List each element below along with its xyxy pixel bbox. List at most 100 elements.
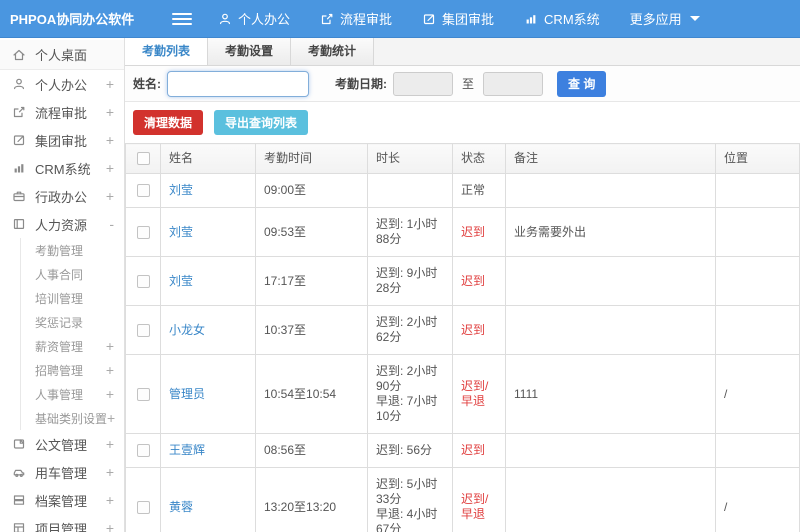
sidebar-subitem[interactable]: 培训管理 (21, 286, 124, 310)
tab-active[interactable]: 考勤列表 (125, 38, 209, 65)
clean-data-button[interactable]: 清理数据 (133, 110, 204, 135)
expand-icon: + (107, 410, 116, 426)
top-nav: 个人办公 流程审批 集团审批 CRM系统 更多应用 (218, 9, 730, 28)
sidebar-subitem[interactable]: 基础类别设置 + (21, 406, 124, 430)
sidebar-item-label: CRM系统 (35, 161, 91, 177)
row-checkbox[interactable] (136, 444, 150, 458)
duration-cell: 迟到: 5小时33分 早退: 4小时67分 (367, 467, 453, 532)
search-form: 姓名: 考勤日期: 至 查 询 (125, 66, 800, 102)
expand-icon: - (109, 216, 114, 232)
user-icon (218, 12, 232, 26)
row-checkbox[interactable] (136, 225, 150, 239)
sidebar-item[interactable]: 公文管理 + (0, 430, 124, 458)
header-note: 备注 (505, 143, 716, 174)
duration-cell: 迟到: 2小时90分 早退: 7小时10分 (367, 354, 453, 434)
row-checkbox[interactable] (136, 323, 150, 337)
topnav-item[interactable]: 集团审批 (422, 9, 494, 28)
attendee-name-link[interactable]: 刘莹 (169, 225, 193, 239)
table-header-row: 姓名 考勤时间 时长 状态 备注 位置 (125, 143, 800, 174)
topnav-label: CRM系统 (544, 12, 600, 27)
status-cell: 迟到/早退 (452, 467, 506, 532)
header-time: 考勤时间 (255, 143, 368, 174)
home-icon (12, 48, 28, 62)
attendee-name-link[interactable]: 王壹辉 (169, 443, 205, 457)
location-cell (715, 207, 800, 257)
sidebar-item-label: 项目管理 (35, 521, 88, 532)
note-cell (505, 467, 716, 532)
topnav-item[interactable]: 个人办公 (218, 9, 290, 28)
topnav-label: 更多应用 (629, 12, 682, 27)
sidebar-subitem[interactable]: 奖惩记录 (21, 310, 124, 334)
sidebar-item[interactable]: 行政办公 + (0, 182, 124, 210)
row-checkbox[interactable] (136, 184, 150, 198)
sidebar-item[interactable]: 档案管理 + (0, 486, 124, 514)
sidebar-item-label: 用车管理 (35, 465, 88, 481)
sidebar-subitem-label: 人事合同 (35, 267, 84, 282)
row-checkbox[interactable] (136, 274, 150, 288)
sidebar-item[interactable]: 项目管理 + (0, 514, 124, 532)
header-location: 位置 (715, 143, 800, 174)
attendee-name-link[interactable]: 黄蓉 (169, 500, 193, 514)
sidebar-item[interactable]: 个人桌面 (0, 40, 124, 70)
export-list-button[interactable]: 导出查询列表 (214, 110, 309, 135)
sidebar-item[interactable]: CRM系统 + (0, 154, 124, 182)
book-icon (12, 217, 28, 231)
project-icon (12, 521, 28, 532)
sidebar-item[interactable]: 个人办公 + (0, 70, 124, 98)
expand-icon: + (105, 338, 114, 354)
sidebar-item[interactable]: 用车管理 + (0, 458, 124, 486)
share-icon (320, 12, 334, 26)
attendee-name-link[interactable]: 管理员 (169, 387, 205, 401)
sidebar-item-label: 人力资源 (35, 217, 88, 233)
sidebar-subitem[interactable]: 考勤管理 (21, 238, 124, 262)
expand-icon: + (105, 362, 114, 378)
sidebar-subitem[interactable]: 招聘管理 + (21, 358, 124, 382)
user-icon (12, 77, 28, 91)
duration-cell: 迟到: 9小时28分 (367, 256, 453, 306)
header-duration: 时长 (367, 143, 453, 174)
table-row: 刘莹 09:53至 迟到: 1小时88分 迟到 业务需要外出 (125, 207, 800, 257)
sidebar-item[interactable]: 人力资源 - (0, 210, 124, 238)
attendance-time-cell: 13:20至13:20 (255, 467, 368, 532)
name-label: 姓名: (133, 77, 161, 91)
topnav-item[interactable]: 流程审批 (320, 9, 392, 28)
menu-toggle-icon[interactable] (172, 10, 192, 28)
attendance-time-cell: 09:53至 (255, 207, 368, 257)
tab-item[interactable]: 考勤统计 (291, 38, 375, 65)
attendee-name-link[interactable]: 刘莹 (169, 183, 193, 197)
sidebar-submenu: 考勤管理 人事合同 培训管理 奖惩记录 薪资管理 + 招聘管理 + 人事管理 + 基础类别设置 + (20, 238, 124, 430)
expand-icon: + (105, 76, 114, 92)
location-cell: / (715, 467, 800, 532)
topnav-item[interactable]: 更多应用 (630, 9, 700, 28)
row-checkbox[interactable] (136, 387, 150, 401)
name-input[interactable] (167, 70, 309, 97)
sidebar-item-label: 个人桌面 (35, 48, 88, 63)
duration-cell (367, 173, 453, 208)
edit-icon (422, 12, 436, 26)
date-from-input[interactable] (393, 71, 453, 96)
sidebar-subitem[interactable]: 薪资管理 + (21, 334, 124, 358)
edit-icon (12, 133, 28, 147)
note-cell (505, 305, 716, 355)
topnav-item[interactable]: CRM系统 (524, 9, 600, 28)
attendance-table: 姓名 考勤时间 时长 状态 备注 位置 刘莹 09:00至 正常 刘莹 09:53至 迟到… (125, 143, 800, 532)
location-cell (715, 173, 800, 208)
sidebar-item[interactable]: 集团审批 + (0, 126, 124, 154)
sidebar-item-label: 公文管理 (35, 437, 88, 453)
row-checkbox[interactable] (136, 500, 150, 514)
query-button[interactable]: 查 询 (557, 70, 607, 97)
chart-icon (12, 161, 28, 175)
select-all-checkbox[interactable] (136, 152, 150, 166)
sidebar-subitem[interactable]: 人事管理 + (21, 382, 124, 406)
attendee-name-link[interactable]: 刘莹 (169, 274, 193, 288)
note-cell (505, 433, 716, 468)
attendee-name-link[interactable]: 小龙女 (169, 323, 205, 337)
tab-item[interactable]: 考勤设置 (208, 38, 292, 65)
sidebar-subitem-label: 招聘管理 (35, 363, 84, 378)
date-to-input[interactable] (483, 71, 544, 96)
expand-icon: + (105, 386, 114, 402)
sidebar-item[interactable]: 流程审批 + (0, 98, 124, 126)
status-cell: 迟到 (452, 256, 506, 306)
sidebar: 个人桌面 个人办公 + 流程审批 + 集团审批 + CRM系统 + 行政办公 + 人力资源 - 考勤管理人… (0, 38, 125, 532)
sidebar-subitem[interactable]: 人事合同 (21, 262, 124, 286)
